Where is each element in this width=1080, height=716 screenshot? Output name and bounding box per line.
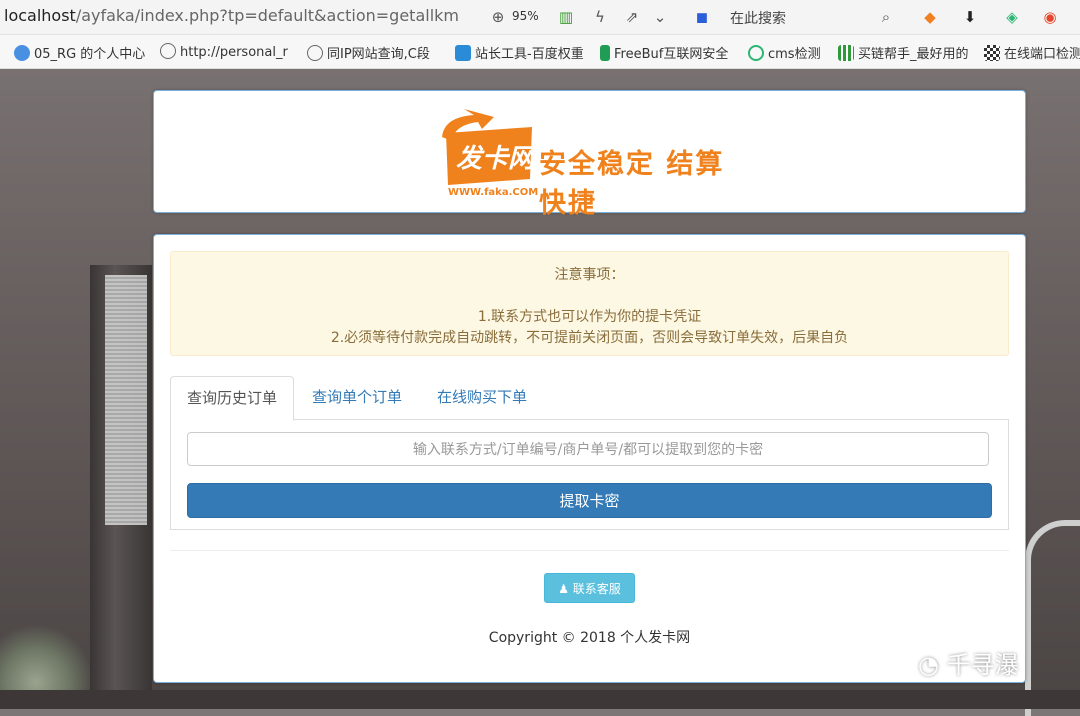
bookmark-label: 站长工具-百度权重	[475, 47, 584, 62]
watermark: ◔ 千寻瀑	[918, 645, 1019, 680]
zoom-icon[interactable]: ⊕	[488, 7, 508, 27]
watermark-text: 千寻瀑	[946, 651, 1019, 679]
bookmark-label: 买链帮手_最好用的	[858, 47, 969, 62]
bookmark-label: FreeBuf互联网安全	[614, 47, 729, 62]
contact-service-button[interactable]: ♟ 联系客服	[544, 573, 635, 603]
wechat-icon: ◔	[918, 651, 939, 679]
notice-line: 2.必须等待付款完成自动跳转，不可提前关闭页面，否则会导致订单失效，后果自负	[330, 330, 849, 346]
reader-icon[interactable]: ▥	[556, 7, 576, 27]
divider	[170, 550, 1009, 551]
notice-title: 注意事项：	[554, 267, 625, 283]
extract-card-button[interactable]: 提取卡密	[187, 483, 992, 518]
bookmark-item[interactable]: FreeBuf互联网安全	[600, 43, 728, 62]
site-logo[interactable]: 发卡网 WWW.faka.COM 安全稳定 结算快捷	[434, 107, 744, 219]
search-icon[interactable]: ⌕	[876, 7, 896, 27]
logo-panel: 发卡网 WWW.faka.COM 安全稳定 结算快捷	[153, 90, 1026, 219]
globe-blue-icon	[14, 45, 30, 61]
logo-brand-text: 发卡网	[456, 144, 538, 174]
query-input[interactable]: 输入联系方式/订单编号/商户单号/都可以提取到您的卡密	[187, 432, 989, 466]
bolt-icon[interactable]: ϟ	[590, 7, 610, 27]
tab-buy-online[interactable]: 在线购买下单	[421, 376, 543, 418]
bookmark-label: 05_RG 的个人中心	[34, 47, 146, 62]
logo-badge-icon: 发卡网 WWW.faka.COM	[442, 109, 538, 198]
search-box[interactable]: ◼ ⌕	[690, 4, 910, 30]
background-lamp	[1025, 520, 1080, 716]
zoom-level[interactable]: 95%	[512, 9, 539, 23]
tab-single-order[interactable]: 查询单个订单	[296, 376, 418, 418]
gamepad-icon[interactable]: ◆	[920, 7, 940, 27]
extension-shield-icon[interactable]: ◈	[1002, 7, 1022, 27]
bookmark-item[interactable]: 05_RG 的个人中心	[14, 43, 145, 62]
contact-service-label: 联系客服	[572, 582, 621, 596]
cms-icon	[748, 45, 764, 61]
user-icon: ♟	[558, 582, 569, 596]
tab-content: 输入联系方式/订单编号/商户单号/都可以提取到您的卡密 提取卡密	[170, 420, 1009, 530]
bookmark-item[interactable]: 站长工具-百度权重	[455, 43, 584, 62]
notice-line: 1.联系方式也可以作为你的提卡凭证	[477, 309, 702, 325]
baidu-paw-icon[interactable]: ◼	[692, 7, 712, 27]
browser-address-bar: localhost/ayfaka/index.php?tp=default&ac…	[0, 0, 1080, 35]
bookmark-label: 在线端口检测	[1004, 47, 1080, 62]
chevron-down-icon[interactable]: ⌄	[650, 7, 670, 27]
globe-icon	[307, 45, 323, 61]
bookmark-item[interactable]: cms检测	[748, 43, 821, 62]
globe-icon	[160, 43, 176, 59]
bookmark-label: 同IP网站查询,C段	[327, 47, 430, 62]
bookmark-item[interactable]: 在线端口检测	[984, 43, 1080, 62]
bookmark-label: cms检测	[768, 47, 821, 62]
url-field[interactable]: localhost/ayfaka/index.php?tp=default&ac…	[4, 6, 459, 25]
bookmark-item[interactable]: http://personal_r	[160, 43, 288, 60]
bookmark-item[interactable]: 同IP网站查询,C段	[307, 43, 430, 62]
bookmarks-bar: 05_RG 的个人中心 http://personal_r 同IP网站查询,C段…	[0, 35, 1080, 69]
qr-icon	[984, 45, 1000, 61]
crop-icon	[455, 45, 471, 61]
notice-alert: 注意事项： 1.联系方式也可以作为你的提卡凭证 2.必须等待付款完成自动跳转，不…	[170, 251, 1009, 356]
grid-icon	[838, 45, 854, 61]
order-tabs: 查询历史订单 查询单个订单 在线购买下单	[170, 376, 1009, 421]
download-icon[interactable]: ⬇	[960, 7, 980, 27]
copyright: Copyright © 2018 个人发卡网	[488, 630, 691, 646]
url-path: /ayfaka/index.php?tp=default&action=geta…	[75, 6, 459, 25]
background-desk	[0, 690, 1080, 709]
tab-history-orders[interactable]: 查询历史订单	[170, 376, 295, 421]
background-chair-back	[105, 275, 147, 525]
freebuf-icon	[600, 45, 610, 61]
bookmark-item[interactable]: 买链帮手_最好用的	[838, 43, 969, 62]
search-placeholder[interactable]: 在此搜索	[730, 8, 786, 28]
logo-domain-text: WWW.faka.COM	[448, 187, 538, 197]
bookmark-label: http://personal_r	[180, 45, 288, 60]
browser-logo-icon[interactable]: ◉	[1040, 7, 1060, 27]
main-panel: 注意事项： 1.联系方式也可以作为你的提卡凭证 2.必须等待付款完成自动跳转，不…	[153, 234, 1026, 683]
url-host: localhost	[4, 6, 76, 25]
share-icon[interactable]: ⇗	[622, 7, 642, 27]
logo-slogan: 安全稳定 结算快捷	[539, 149, 725, 219]
